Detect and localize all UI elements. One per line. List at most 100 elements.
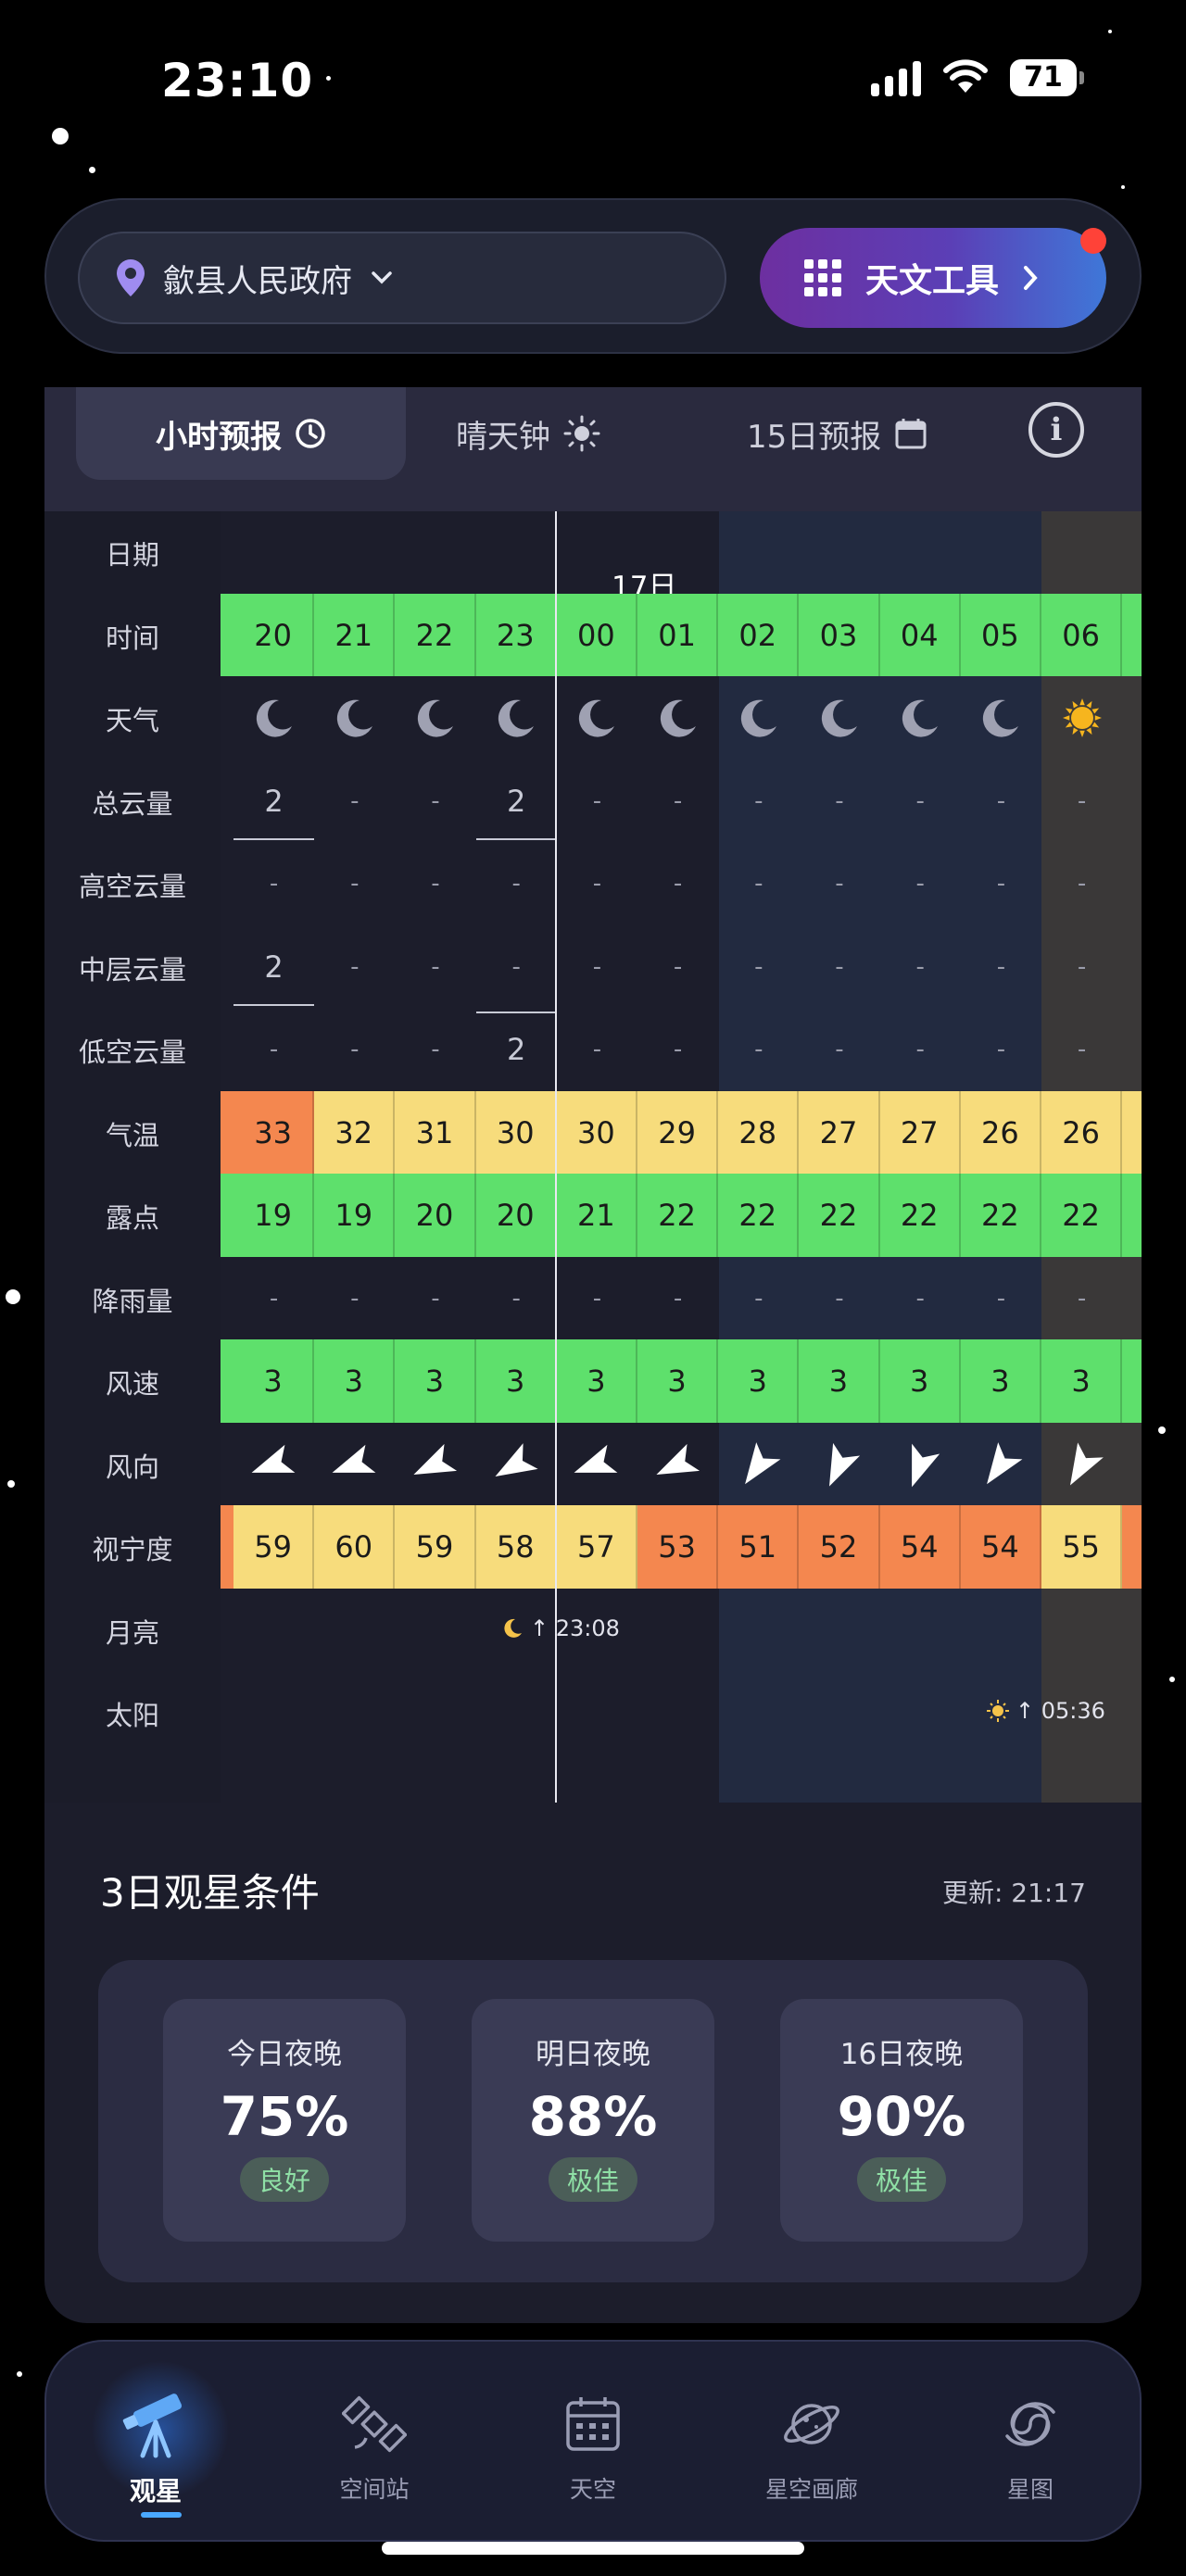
wind-speed-cell: 3	[395, 1339, 476, 1423]
moon-icon	[660, 699, 696, 737]
weather-cell	[557, 676, 637, 760]
dew-point-cell: 22	[1041, 1174, 1123, 1257]
location-selector[interactable]: 歙县人民政府	[78, 232, 726, 324]
event-time: ↑ 23:08	[530, 1615, 620, 1641]
tab-hourly-forecast[interactable]: 小时预报	[76, 387, 406, 480]
wind-direction-cell	[557, 1423, 637, 1506]
weather-cell	[1041, 676, 1122, 760]
nav-space-station[interactable]: 空间站	[265, 2342, 484, 2544]
dew-point-cell: 22	[637, 1174, 719, 1257]
wind-speed-cell: 3	[1041, 1339, 1123, 1423]
nav-sky[interactable]: 天空	[484, 2342, 702, 2544]
cloud-cell: -	[431, 870, 440, 898]
moon-icon	[902, 699, 939, 737]
wind-direction-cell	[233, 1423, 314, 1506]
current-time-line	[554, 511, 557, 1803]
battery-indicator: 71	[1010, 59, 1084, 96]
condition-day-16[interactable]: 16日夜晚 90% 极佳	[780, 1999, 1023, 2242]
nav-sky-gallery[interactable]: 星空画廊	[702, 2342, 921, 2544]
dew-point-cell: 20	[475, 1174, 557, 1257]
wind-arrow-icon	[413, 1443, 458, 1475]
cloud-cell: -	[673, 870, 683, 898]
seeing-cell: 54	[879, 1505, 961, 1589]
cloud-cell: -	[673, 786, 683, 815]
nav-star-map[interactable]: 星图	[921, 2342, 1140, 2544]
forecast-grid[interactable]: 17日 20 21 22 23 00 01 02 03 04 05 06 2- -2- - - - - - - - - -…	[221, 511, 1142, 1803]
nav-label: 观星	[129, 2476, 182, 2507]
temperature-cell: 30	[556, 1090, 637, 1175]
edge-cell	[221, 1090, 233, 1175]
cloud-cell: -	[915, 786, 925, 815]
tab-15-day-forecast[interactable]: 15日预报	[747, 387, 927, 480]
temperature-cell: 27	[879, 1090, 961, 1175]
star-decoration	[52, 128, 69, 145]
temperature-cell: 29	[637, 1090, 719, 1175]
condition-tonight[interactable]: 今日夜晚 75% 良好	[163, 1999, 406, 2242]
row-label: 风向	[105, 1451, 159, 1483]
condition-tomorrow[interactable]: 明日夜晚 88% 极佳	[472, 1999, 714, 2242]
seeing-cell: 57	[556, 1505, 637, 1589]
edge-cell	[1122, 1090, 1142, 1175]
dew-point-cell: 19	[233, 1174, 315, 1257]
cloud-cell: -	[350, 952, 360, 981]
cloud-cell: 2	[507, 783, 526, 819]
dew-point-cell: 22	[718, 1174, 800, 1257]
clock-icon	[296, 419, 325, 448]
tab-label: 小时预报	[156, 418, 282, 456]
hour-cell: 23	[475, 593, 557, 677]
star-decoration	[1108, 30, 1112, 33]
astronomy-tools-button[interactable]: 天文工具	[760, 228, 1106, 328]
conditions-update-time: 更新: 21:17	[941, 1878, 1086, 1908]
dew-point-cell: 22	[960, 1174, 1041, 1257]
hour-cell: 02	[718, 593, 800, 677]
dew-point-cell: 19	[314, 1174, 396, 1257]
moon-icon	[740, 699, 776, 737]
wind-arrow-icon	[495, 1442, 538, 1476]
sun-icon	[987, 1700, 1009, 1722]
condition-label: 今日夜晚	[227, 2038, 342, 2071]
star-decoration	[326, 76, 331, 81]
row-label: 总云量	[92, 787, 173, 820]
hour-cell: 20	[233, 593, 315, 677]
nav-label: 天空	[569, 2476, 616, 2503]
seeing-cell: 52	[799, 1505, 880, 1589]
cloud-cell: -	[431, 952, 440, 981]
wind-speed-cell: 3	[718, 1339, 800, 1423]
rain-cell: -	[511, 1284, 521, 1313]
wind-arrow-icon	[251, 1444, 295, 1473]
rain-cell: -	[269, 1284, 279, 1313]
cloud-cell: -	[673, 1036, 683, 1063]
tab-label: 15日预报	[747, 418, 882, 456]
temperature-cell: 27	[799, 1090, 880, 1175]
cellular-signal-icon	[871, 59, 921, 96]
wind-direction-cell	[476, 1423, 557, 1506]
row-label: 风速	[105, 1368, 159, 1400]
hour-cell: 05	[960, 593, 1041, 677]
tab-clear-sky-clock[interactable]: 晴天钟	[456, 387, 600, 480]
cloud-cell: -	[592, 786, 602, 815]
rain-cell: -	[835, 1284, 844, 1313]
weather-cell	[395, 676, 475, 760]
cloud-cell: -	[431, 786, 440, 815]
home-indicator	[382, 2542, 804, 2555]
cloud-cell: -	[996, 952, 1006, 981]
location-pin-icon	[117, 259, 145, 296]
top-card: 歙县人民政府 天文工具	[44, 198, 1142, 354]
cloud-bar	[475, 838, 557, 841]
satellite-icon	[342, 2395, 407, 2453]
nav-stargazing[interactable]: 观星	[46, 2342, 265, 2544]
hour-cell: 01	[637, 593, 719, 677]
temperature-cell: 33	[233, 1090, 315, 1175]
row-label: 中层云量	[78, 953, 186, 986]
info-button[interactable]: i	[1028, 402, 1084, 458]
dew-point-cell: 20	[395, 1174, 476, 1257]
chevron-right-icon	[1024, 266, 1038, 290]
hour-cell: 22	[395, 593, 476, 677]
nav-label: 星空画廊	[764, 2476, 858, 2503]
wind-speed-cell: 3	[799, 1339, 880, 1423]
wind-arrow-icon	[912, 1443, 940, 1487]
star-decoration	[1169, 1677, 1175, 1682]
star-decoration	[1158, 1426, 1166, 1434]
row-label: 日期	[105, 539, 159, 571]
row-label: 天气	[105, 705, 159, 736]
